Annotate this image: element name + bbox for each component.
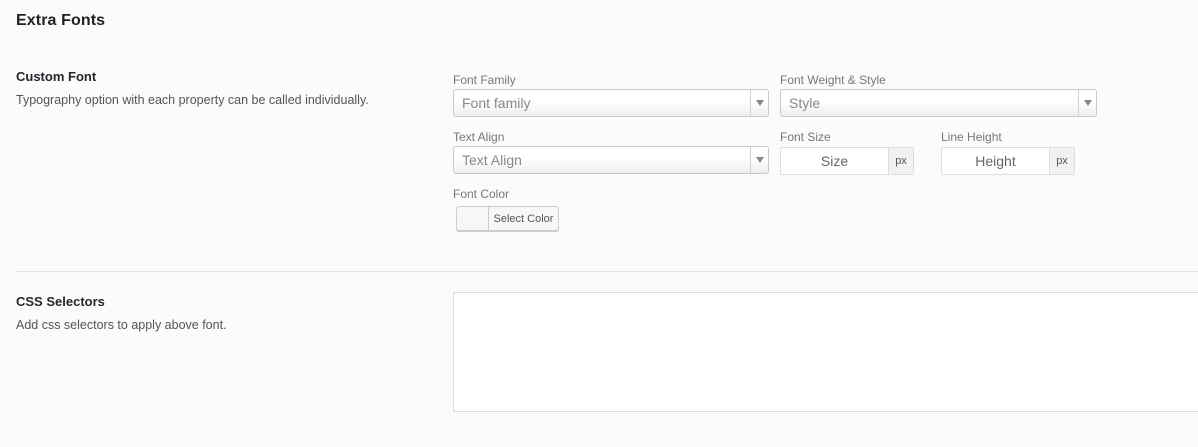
css-selectors-textarea[interactable] <box>453 292 1198 412</box>
css-selectors-title: CSS Selectors <box>16 294 105 309</box>
font-size-input[interactable] <box>781 148 888 174</box>
css-selectors-description: Add css selectors to apply above font. <box>16 318 227 332</box>
select-color-label: Select Color <box>493 212 554 225</box>
font-family-select[interactable]: Font family <box>453 89 769 117</box>
line-height-field: px <box>941 147 1075 175</box>
divider <box>16 271 1198 272</box>
settings-page: Extra Fonts Custom Font Typography optio… <box>0 0 1198 447</box>
text-align-label: Text Align <box>453 130 505 144</box>
font-color-label: Font Color <box>453 187 510 201</box>
font-family-value: Font family <box>462 95 531 111</box>
text-align-value: Text Align <box>462 152 522 168</box>
line-height-label: Line Height <box>941 130 1002 144</box>
font-weight-value: Style <box>789 95 821 111</box>
chevron-down-icon <box>750 147 768 173</box>
chevron-down-icon <box>1078 90 1096 116</box>
font-size-label: Font Size <box>780 130 831 144</box>
font-size-unit: px <box>888 148 913 174</box>
chevron-down-icon <box>750 90 768 116</box>
font-family-label: Font Family <box>453 73 516 87</box>
custom-font-description: Typography option with each property can… <box>16 93 369 107</box>
font-size-field: px <box>780 147 914 175</box>
line-height-unit: px <box>1049 148 1074 174</box>
custom-font-title: Custom Font <box>16 69 97 84</box>
font-weight-label: Font Weight & Style <box>780 73 886 87</box>
section-title: Extra Fonts <box>16 12 106 29</box>
color-swatch <box>457 207 489 230</box>
text-align-select[interactable]: Text Align <box>453 146 769 174</box>
font-weight-select[interactable]: Style <box>780 89 1097 117</box>
select-color-button[interactable]: Select Color <box>456 206 559 231</box>
line-height-input[interactable] <box>942 148 1049 174</box>
